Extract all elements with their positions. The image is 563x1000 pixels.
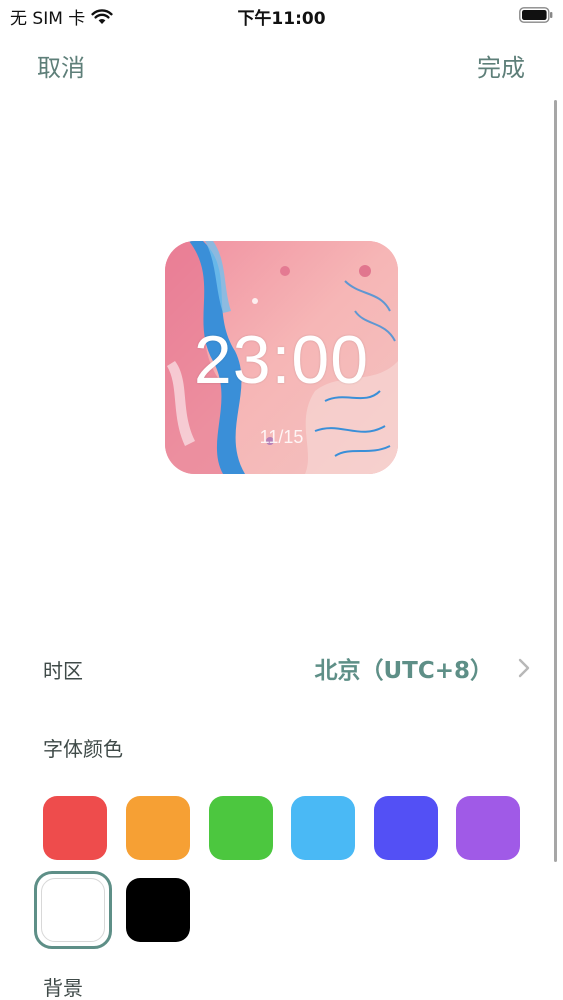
background-label: 背景 [43, 976, 83, 1000]
font-color-label: 字体颜色 [43, 737, 123, 761]
scrollbar[interactable] [554, 100, 557, 862]
timezone-row[interactable]: 时区 北京（UTC+8） [0, 645, 563, 691]
timezone-value: 北京（UTC+8） [314, 658, 493, 684]
status-clock: 下午11:00 [237, 9, 326, 29]
widget-preview: 23:00 11/15 [165, 241, 398, 474]
done-button[interactable]: 完成 [477, 48, 525, 83]
battery-icon [519, 7, 553, 23]
chevron-right-icon [518, 658, 530, 678]
swatch-green[interactable] [209, 796, 273, 860]
widget-date: 11/15 [259, 427, 304, 447]
status-bar: 无 SIM 卡 下午11:00 [0, 0, 563, 34]
cancel-button[interactable]: 取消 [37, 48, 85, 83]
swatch-orange[interactable] [126, 796, 190, 860]
widget-editor-screen: 无 SIM 卡 下午11:00 取消 完成 23:00 11/15 时区 北京（… [0, 0, 563, 1000]
swatch-red[interactable] [43, 796, 107, 860]
widget-time: 23:00 [193, 322, 370, 398]
timezone-label: 时区 [43, 659, 83, 683]
swatch-black[interactable] [126, 878, 190, 942]
swatch-purple[interactable] [456, 796, 520, 860]
swatch-blue[interactable] [374, 796, 438, 860]
swatch-light-blue[interactable] [291, 796, 355, 860]
swatch-white[interactable] [41, 878, 105, 942]
